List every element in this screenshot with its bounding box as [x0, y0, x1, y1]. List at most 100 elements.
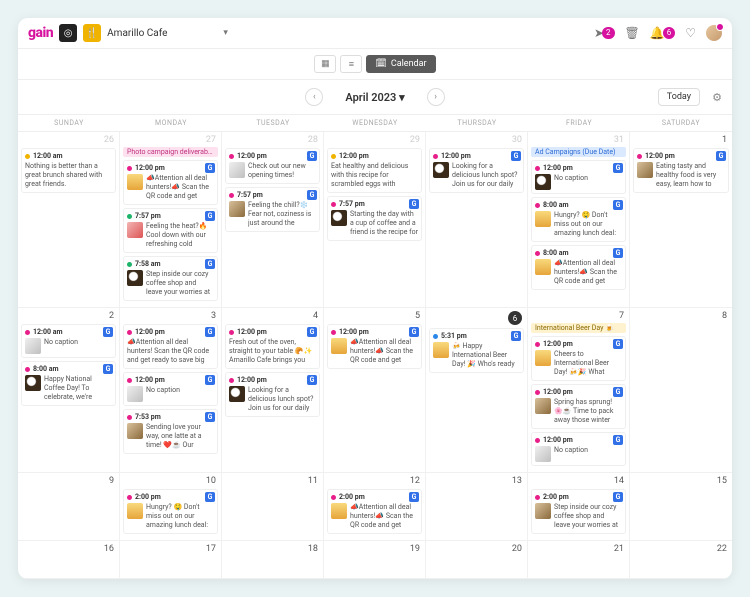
event-card[interactable]: 12:00 pmG📣Attention all deal hunters!📣 S…: [123, 160, 218, 205]
event-time: 12:00 pm: [535, 164, 622, 172]
status-dot-icon: [229, 193, 234, 198]
event-card[interactable]: 12:00 amNothing is better than a great b…: [21, 148, 116, 193]
event-card[interactable]: 12:00 amGNo caption: [21, 324, 116, 358]
event-card[interactable]: 12:00 pmG📣Attention all deal hunters!📣 S…: [327, 324, 422, 369]
calendar-cell[interactable]: 31Ad Campaigns (Due Date)12:00 pmGNo cap…: [528, 132, 630, 308]
event-card[interactable]: 12:00 pmGNo caption: [123, 372, 218, 406]
date-number: 1: [633, 135, 729, 145]
event-card[interactable]: 12:00 pmGFresh out of the oven, straight…: [225, 324, 320, 369]
workspace-icon[interactable]: 🍴: [83, 24, 101, 42]
event-time: 5:31 pm: [433, 332, 520, 340]
event-card[interactable]: 2:00 pmGHungry? 🤤 Don't miss out on our …: [123, 489, 218, 534]
event-card[interactable]: 2:00 pmG📣Attention all deal hunters!📣 Sc…: [327, 489, 422, 534]
calendar-cell[interactable]: 20: [426, 541, 528, 579]
calendar-cell[interactable]: 16: [18, 541, 120, 579]
event-time: 12:00 pm: [637, 152, 725, 160]
calendar-cell[interactable]: 1 12:00 pmGEating tasty and healthy food …: [630, 132, 732, 308]
bell-icon[interactable]: 🔔6: [650, 26, 675, 40]
calendar-cell[interactable]: 3 12:00 pmG📣Attention all deal hunters! S…: [120, 308, 222, 473]
date-number: 8: [633, 311, 729, 321]
calendar-cell[interactable]: 18: [222, 541, 324, 579]
calendar-cell[interactable]: 512:00 pmG📣Attention all deal hunters!📣 …: [324, 308, 426, 473]
date-number: 3: [123, 311, 218, 321]
calendar-view-label: Calendar: [391, 59, 427, 69]
calendar-cell[interactable]: 2912:00 pmEat healthy and delicious with…: [324, 132, 426, 308]
heart-icon[interactable]: ♡: [685, 26, 696, 40]
month-title[interactable]: April 2023 ▾: [345, 91, 404, 104]
event-thumb: [229, 162, 245, 178]
calendar-cell[interactable]: 142:00 pmGStep inside our cozy coffee sh…: [528, 473, 630, 541]
calendar-cell[interactable]: 27Photo campaign deliverables12:00 pmG📣A…: [120, 132, 222, 308]
status-dot-icon: [127, 330, 132, 335]
workspace-name[interactable]: Amarillo Cafe: [107, 28, 217, 39]
date-number: 17: [123, 544, 218, 554]
event-card[interactable]: 2:00 pmGStep inside our cozy coffee shop…: [531, 489, 626, 534]
status-dot-icon: [535, 390, 540, 395]
calendar-cell[interactable]: 13: [426, 473, 528, 541]
calendar-cell[interactable]: 412:00 pmGFresh out of the oven, straigh…: [222, 308, 324, 473]
event-card[interactable]: 12:00 pmGLooking for a delicious lunch s…: [429, 148, 524, 193]
calendar-cell[interactable]: 22: [630, 541, 732, 579]
event-card[interactable]: 7:58 amGStep inside our cozy coffee shop…: [123, 256, 218, 301]
list-view-button[interactable]: ≡: [340, 55, 362, 73]
org-icon[interactable]: ◎: [59, 24, 77, 42]
calendar-cell[interactable]: 15: [630, 473, 732, 541]
avatar[interactable]: [706, 25, 722, 41]
calendar-cell[interactable]: 19: [324, 541, 426, 579]
event-card[interactable]: 12:00 pmGSpring has sprung! 🌸☕ Time to p…: [531, 384, 626, 429]
today-button[interactable]: Today: [658, 88, 700, 106]
calendar-cell[interactable]: 21: [528, 541, 630, 579]
event-card[interactable]: 8:00 amGHappy National Coffee Day! To ce…: [21, 361, 116, 406]
chevron-down-icon[interactable]: ▾: [223, 28, 228, 38]
next-month-button[interactable]: ›: [427, 88, 445, 106]
calendar-cell[interactable]: 9: [18, 473, 120, 541]
date-number: 21: [531, 544, 626, 554]
grid-view-button[interactable]: ▦: [314, 55, 336, 73]
prev-month-button[interactable]: ‹: [305, 88, 323, 106]
calendar-cell[interactable]: 17: [120, 541, 222, 579]
event-text: Feeling the heat?🔥 Cool down with our re…: [146, 222, 214, 249]
event-card[interactable]: 7:57 pmGFeeling the heat?🔥 Cool down wit…: [123, 208, 218, 253]
gear-icon[interactable]: ⚙: [712, 91, 722, 104]
event-time: 12:00 pm: [535, 436, 622, 444]
calendar-chip[interactable]: Ad Campaigns (Due Date): [531, 147, 626, 157]
event-card[interactable]: 12:00 pmGCheers to International Beer Da…: [531, 336, 626, 381]
trash-icon[interactable]: 🗑: [625, 26, 640, 40]
event-card[interactable]: 12:00 pmGLooking for a delicious lunch s…: [225, 372, 320, 417]
calendar-cell[interactable]: 212:00 amGNo caption8:00 amGHappy Nation…: [18, 308, 120, 473]
event-card[interactable]: 7:57 pmGStarting the day with a cup of c…: [327, 196, 422, 241]
status-dot-icon: [229, 154, 234, 159]
status-dot-icon: [25, 154, 30, 159]
event-card[interactable]: 12:00 pmG📣Attention all deal hunters! Sc…: [123, 324, 218, 369]
calendar-cell[interactable]: 102:00 pmGHungry? 🤤 Don't miss out on ou…: [120, 473, 222, 541]
calendar-cell[interactable]: 8: [630, 308, 732, 473]
event-card[interactable]: 8:00 amGHungry? 🤤 Don't miss out on our …: [531, 197, 626, 242]
event-card[interactable]: 8:00 amG📣Attention all deal hunters!📣 Sc…: [531, 245, 626, 290]
calendar-cell[interactable]: 7International Beer Day 🍺12:00 pmGCheers…: [528, 308, 630, 473]
event-card[interactable]: 12:00 pmGNo caption: [531, 160, 626, 194]
calendar-cell[interactable]: 3012:00 pmGLooking for a delicious lunch…: [426, 132, 528, 308]
event-text: Looking for a delicious lunch spot? Join…: [248, 386, 316, 413]
event-card[interactable]: 5:31 pmG🍻 Happy International Beer Day! …: [429, 328, 524, 373]
event-time: 12:00 am: [25, 328, 112, 336]
calendar-cell[interactable]: 2812:00 pmGCheck out our new opening tim…: [222, 132, 324, 308]
event-card[interactable]: 12:00 pmGNo caption: [531, 432, 626, 466]
event-card[interactable]: 12:00 pmEat healthy and delicious with t…: [327, 148, 422, 193]
calendar-chip[interactable]: International Beer Day 🍺: [531, 323, 626, 333]
event-text: Step inside our cozy coffee shop and lea…: [146, 270, 214, 297]
calendar-chip[interactable]: Photo campaign deliverables: [123, 147, 218, 157]
event-card[interactable]: 7:57 pmGFeeling the chill?❄️ Fear not, c…: [225, 187, 320, 232]
calendar-cell[interactable]: 65:31 pmG🍻 Happy International Beer Day!…: [426, 308, 528, 473]
event-time: 12:00 pm: [535, 340, 622, 348]
calendar-cell[interactable]: 122:00 pmG📣Attention all deal hunters!📣 …: [324, 473, 426, 541]
status-dot-icon: [25, 330, 30, 335]
calendar-cell[interactable]: 11: [222, 473, 324, 541]
event-card[interactable]: 12:00 pmGEating tasty and healthy food i…: [633, 148, 729, 193]
event-card[interactable]: 7:53 pmGSending love your way, one latte…: [123, 409, 218, 454]
send-icon[interactable]: ➤2: [594, 26, 615, 40]
event-text: Starting the day with a cup of coffee an…: [350, 210, 418, 237]
calendar-view-button[interactable]: 🗓Calendar: [366, 55, 435, 73]
event-thumb: [535, 503, 551, 519]
calendar-cell[interactable]: 2612:00 amNothing is better than a great…: [18, 132, 120, 308]
event-card[interactable]: 12:00 pmGCheck out our new opening times…: [225, 148, 320, 184]
